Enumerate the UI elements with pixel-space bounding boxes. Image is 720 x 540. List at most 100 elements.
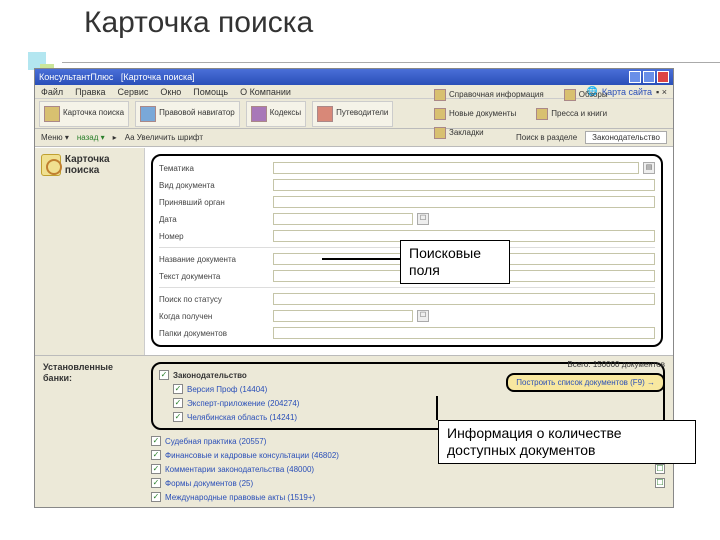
star-icon xyxy=(564,89,576,101)
maximize-button[interactable] xyxy=(643,71,655,83)
btn-label: Справочная информация xyxy=(449,90,544,99)
font-button[interactable]: Аа Увеличить шрифт xyxy=(125,133,203,142)
bank-comments[interactable]: Комментарии законодательства (48000) xyxy=(165,465,314,474)
menu-service[interactable]: Сервис xyxy=(118,87,149,97)
btn-label: Обзоры xyxy=(579,90,608,99)
banks-label: Установленные банки: xyxy=(43,362,143,499)
input-received[interactable] xyxy=(273,310,413,322)
slide-rule xyxy=(62,62,720,63)
bookmark-icon xyxy=(434,127,446,139)
btn-reviews[interactable]: Обзоры xyxy=(559,86,613,104)
checkbox-icon[interactable]: ✓ xyxy=(151,478,161,488)
bank-forms[interactable]: Формы документов (25) xyxy=(165,479,253,488)
search-scope-value[interactable]: Законодательство xyxy=(585,131,667,144)
checkbox-icon[interactable]: ✓ xyxy=(151,464,161,474)
news-icon xyxy=(536,108,548,120)
calendar-icon[interactable]: ☐ xyxy=(417,213,429,225)
field-organ: Принявший орган xyxy=(159,198,269,207)
slide-title: Карточка поиска xyxy=(0,0,720,50)
menu-edit[interactable]: Правка xyxy=(75,87,105,97)
btn-press[interactable]: Пресса и книги xyxy=(531,105,612,123)
checkbox-icon[interactable]: ✓ xyxy=(159,370,169,380)
btn-label: Кодексы xyxy=(270,109,301,118)
sidebar: Карточка поиска xyxy=(35,148,145,355)
close-button[interactable] xyxy=(657,71,669,83)
search-scope-label: Поиск в разделе xyxy=(516,133,577,142)
calendar-icon[interactable]: ☐ xyxy=(417,310,429,322)
menu-dropdown[interactable]: Меню ▾ xyxy=(41,133,69,142)
input-tematika[interactable] xyxy=(273,162,639,174)
btn-codex[interactable]: Кодексы xyxy=(246,101,306,127)
codex-icon xyxy=(251,106,267,122)
callout-connector xyxy=(436,396,438,420)
btn-label: Путеводители xyxy=(336,109,388,118)
checkbox-icon[interactable]: ✓ xyxy=(173,412,183,422)
input-folders[interactable] xyxy=(273,327,655,339)
window-buttons xyxy=(629,71,669,83)
btn-bookmarks[interactable]: Закладки xyxy=(429,124,489,142)
btn-label: Правовой навигатор xyxy=(159,109,235,118)
input-status[interactable] xyxy=(273,293,655,305)
content-area: Карточка поиска Тематика▤ Вид документа … xyxy=(35,147,673,355)
bank-expert[interactable]: Эксперт-приложение (204274) xyxy=(187,399,299,408)
callout-doc-count: Информация о количестве доступных докуме… xyxy=(438,420,696,464)
field-text: Текст документа xyxy=(159,272,269,281)
menu-help[interactable]: Помощь xyxy=(193,87,228,97)
bank-region[interactable]: Челябинская область (14241) xyxy=(187,413,297,422)
sidebar-title: Карточка поиска xyxy=(65,154,138,176)
checkbox-icon[interactable]: ✓ xyxy=(173,398,183,408)
toolbar-main: Карточка поиска Правовой навигатор Кодек… xyxy=(35,99,673,129)
callout-search-fields: Поисковые поля xyxy=(400,240,510,284)
field-name: Название документа xyxy=(159,255,269,264)
bank-intl[interactable]: Международные правовые акты (1519+) xyxy=(165,493,315,502)
field-received: Когда получен xyxy=(159,312,269,321)
search-card-icon xyxy=(41,154,61,176)
menu-file[interactable]: Файл xyxy=(41,87,63,97)
checkbox-icon[interactable]: ✓ xyxy=(151,450,161,460)
checkbox-icon[interactable]: ✓ xyxy=(173,384,183,394)
field-tematika: Тематика xyxy=(159,164,269,173)
btn-label: Новые документы xyxy=(449,109,516,118)
btn-label: Карточка поиска xyxy=(63,109,124,118)
btn-guides[interactable]: Путеводители xyxy=(312,101,393,127)
doc-name: [Карточка поиска] xyxy=(121,72,195,82)
input-vid[interactable] xyxy=(273,179,655,191)
field-folders: Папки документов xyxy=(159,329,269,338)
input-data[interactable] xyxy=(273,213,413,225)
btn-navigator[interactable]: Правовой навигатор xyxy=(135,101,240,127)
minimize-button[interactable] xyxy=(629,71,641,83)
menu-window[interactable]: Окно xyxy=(160,87,181,97)
field-status: Поиск по статусу xyxy=(159,295,269,304)
btn-dictionary[interactable]: Новые документы xyxy=(429,105,521,123)
btn-ref-info[interactable]: Справочная информация xyxy=(429,86,549,104)
bank-fin[interactable]: Финансовые и кадровые консультации (4680… xyxy=(165,451,339,460)
navigator-icon xyxy=(140,106,156,122)
btn-label: Закладки xyxy=(449,128,484,137)
btn-search-card[interactable]: Карточка поиска xyxy=(39,101,129,127)
build-list-button[interactable]: Построить список документов (F9) → xyxy=(506,373,665,392)
clear-icon[interactable]: ▤ xyxy=(643,162,655,174)
field-vid: Вид документа xyxy=(159,181,269,190)
checkbox-icon[interactable]: ✓ xyxy=(151,436,161,446)
guides-icon xyxy=(317,106,333,122)
checkbox-icon[interactable]: ✓ xyxy=(151,492,161,502)
btn-label: Пресса и книги xyxy=(551,109,607,118)
doc-icon xyxy=(434,89,446,101)
field-data: Дата xyxy=(159,215,269,224)
input-organ[interactable] xyxy=(273,196,655,208)
menu-about[interactable]: О Компании xyxy=(240,87,291,97)
search-card-icon xyxy=(44,106,60,122)
callout-connector xyxy=(322,258,400,260)
book-icon xyxy=(434,108,446,120)
field-nomer: Номер xyxy=(159,232,269,241)
expand-icon[interactable]: ☐ xyxy=(655,478,665,488)
bank-law[interactable]: Законодательство xyxy=(173,371,247,380)
bank-prof[interactable]: Версия Проф (14404) xyxy=(187,385,267,394)
expand-icon[interactable]: ☐ xyxy=(655,464,665,474)
doc-count: Всего: 150000 документов xyxy=(505,360,665,369)
back-button[interactable]: назад ▾ xyxy=(77,133,105,142)
fwd-button[interactable]: ▸ xyxy=(113,133,117,142)
bank-court[interactable]: Судебная практика (20557) xyxy=(165,437,266,446)
app-name: КонсультантПлюс xyxy=(39,72,113,82)
titlebar: КонсультантПлюс [Карточка поиска] xyxy=(35,69,673,85)
